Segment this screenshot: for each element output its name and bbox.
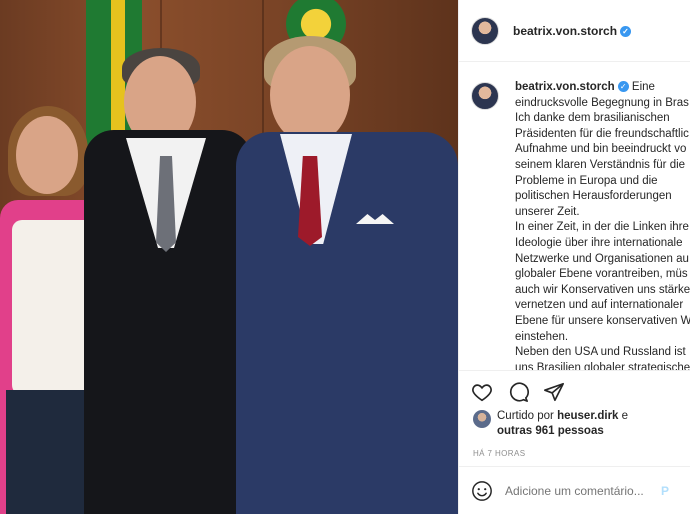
caption-line: Netzwerke und Organisationen au xyxy=(515,252,689,265)
caption-line: Ich danke dem brasilianischen xyxy=(515,112,670,125)
liker-avatar[interactable] xyxy=(473,410,491,428)
caption-line: eindrucksvolle Begegnung in Bras xyxy=(515,96,689,109)
verified-badge-icon: ✓ xyxy=(617,81,629,93)
caption-line: vernetzen und auf internationaler xyxy=(515,299,684,312)
action-bar: Curtido por heuser.dirk e outras 961 pes… xyxy=(459,370,690,466)
post-comment-button[interactable]: P xyxy=(661,484,669,498)
comment-input[interactable] xyxy=(505,483,655,498)
person-right xyxy=(236,36,458,514)
caption-line: auch wir Konservativen uns stärke xyxy=(515,283,690,296)
post-header: beatrix.von.storch ✓ xyxy=(459,0,690,62)
person-middle xyxy=(84,46,254,514)
share-icon[interactable] xyxy=(543,381,565,403)
header-username[interactable]: beatrix.von.storch ✓ xyxy=(513,24,632,38)
likes-summary: Curtido por heuser.dirk e outras 961 pes… xyxy=(473,409,628,439)
caption-line: Ebene für unsere konservativen W xyxy=(515,314,690,327)
caption-line: politischen Herausforderungen xyxy=(515,190,672,203)
caption-text: beatrix.von.storch ✓ Eine eindrucksvolle … xyxy=(515,80,690,370)
caption-line: Präsidenten für die freundschaftlic xyxy=(515,127,689,140)
caption-line: Probleme in Europa und die xyxy=(515,174,658,187)
caption-avatar[interactable] xyxy=(471,82,499,110)
caption-username[interactable]: beatrix.von.storch xyxy=(515,81,615,93)
likes-count-link[interactable]: outras 961 pessoas xyxy=(497,425,604,437)
caption-line: Ideologie über ihre internationale xyxy=(515,236,683,249)
caption-line: einstehen. xyxy=(515,330,569,343)
caption-line: unserer Zeit. xyxy=(515,205,580,218)
heart-icon[interactable] xyxy=(471,381,493,403)
caption-area: beatrix.von.storch ✓ Eine eindrucksvolle … xyxy=(459,62,690,370)
caption-line: Aufnahme und bin beeindruckt vo xyxy=(515,143,687,156)
caption-line: seinem klaren Verständnis für die xyxy=(515,158,686,171)
comment-icon[interactable] xyxy=(507,381,529,403)
caption-line: Neben den USA und Russland ist xyxy=(515,346,686,359)
caption-line: globaler Ebene vorantreiben, müs xyxy=(515,268,688,281)
avatar[interactable] xyxy=(471,16,499,45)
liker-username[interactable]: heuser.dirk xyxy=(557,410,618,422)
emoji-icon[interactable] xyxy=(471,480,493,502)
verified-badge-icon: ✓ xyxy=(620,25,632,37)
comment-bar: P xyxy=(459,466,690,514)
caption-line: In einer Zeit, in der die Linken ihre xyxy=(515,221,689,234)
post-photo[interactable] xyxy=(0,0,458,514)
caption-line: uns Brasilien globaler strategische xyxy=(515,361,690,370)
post-timestamp[interactable]: HÁ 7 HORAS xyxy=(473,449,525,458)
post-sidebar: beatrix.von.storch ✓ beatrix.von.storch ✓ … xyxy=(458,0,690,514)
